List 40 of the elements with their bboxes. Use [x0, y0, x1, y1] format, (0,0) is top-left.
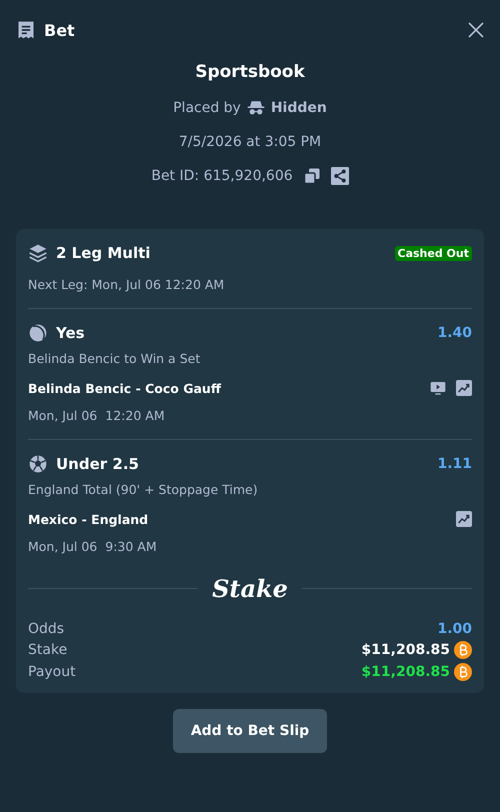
share-icon[interactable] [330, 167, 349, 185]
tennis-ball-icon [28, 323, 48, 343]
bitcoin-icon [454, 641, 472, 659]
market-name: Belinda Bencic to Win a Set [28, 351, 202, 366]
close-icon[interactable] [468, 22, 484, 38]
total-label: Payout [28, 664, 76, 680]
copy-icon[interactable] [302, 167, 321, 185]
live-stream-icon[interactable] [430, 380, 446, 396]
user-name: Hidden [270, 100, 327, 116]
placed-by-label: Placed by [173, 100, 241, 116]
bet-id: Bet ID: 615,920,606 [151, 168, 293, 184]
total-label: Stake [28, 642, 68, 658]
placed-date: 7/5/2026 at 3:05 PM [178, 134, 322, 150]
match-date: Mon, Jul 06 [28, 539, 98, 554]
match-name[interactable]: Mexico - England [28, 512, 148, 526]
receipt-icon [16, 20, 36, 40]
total-value: $11,208.85 [361, 664, 450, 680]
next-leg-text: Next Leg: Mon, Jul 06 12:20 AM [28, 277, 226, 292]
dialog-title: Bet [44, 20, 76, 40]
leg-odds: 1.11 [437, 456, 472, 472]
match-time: 9:30 AM [105, 539, 157, 554]
bet-title: 2 Leg Multi [56, 244, 150, 262]
bet-source: Sportsbook [195, 62, 305, 84]
add-to-bet-slip-button[interactable]: Add to Bet Slip [172, 709, 328, 753]
layers-icon [28, 243, 48, 263]
status-badge: Cashed Out [394, 246, 472, 260]
market-name: England Total (90' + Stoppage Time) [28, 482, 259, 497]
selection-name: Under 2.5 [56, 455, 139, 473]
match-time: 12:20 AM [105, 408, 165, 423]
match-name[interactable]: Belinda Bencic - Coco Gauff [28, 380, 221, 396]
bitcoin-icon [454, 663, 472, 681]
total-value: $11,208.85 [361, 642, 450, 658]
match-date: Mon, Jul 06 [28, 408, 98, 423]
total-value: 1.00 [437, 621, 472, 637]
total-label: Odds [28, 621, 64, 637]
soccer-ball-icon [28, 454, 48, 474]
brand-logo: Stake [212, 574, 288, 603]
leg-odds: 1.40 [437, 325, 472, 341]
incognito-icon [246, 99, 265, 117]
selection-name: Yes [56, 324, 85, 342]
